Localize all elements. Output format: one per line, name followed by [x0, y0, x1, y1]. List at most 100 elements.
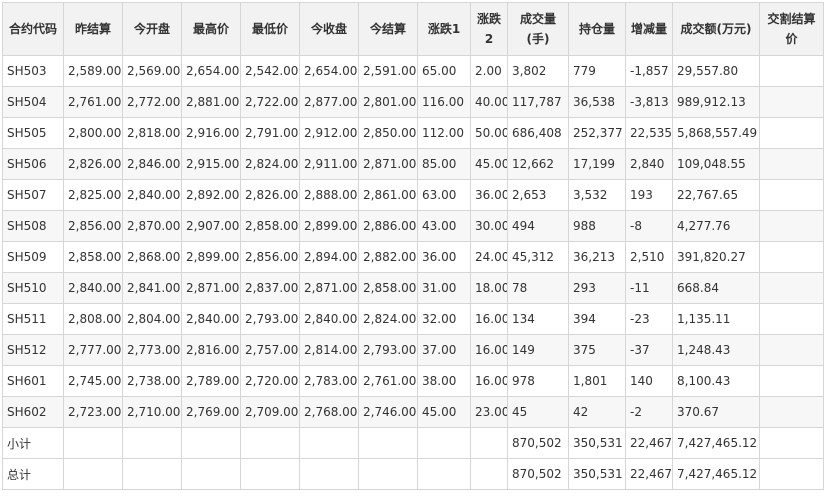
- table-cell: 2,789.00: [181, 365, 241, 397]
- table-cell: 2,722.00: [240, 86, 300, 118]
- table-cell: 2,720.00: [240, 365, 300, 397]
- table-cell: 总计: [2, 458, 64, 490]
- table-cell: 2,757.00: [240, 334, 300, 366]
- table-cell: 22,467: [625, 427, 673, 459]
- table-cell: 22,535: [625, 117, 673, 149]
- table-cell: 2,773.00: [122, 334, 182, 366]
- table-cell: 2,856.00: [63, 210, 123, 242]
- table-cell: 32.00: [417, 303, 471, 335]
- table-cell: 17,199: [568, 148, 626, 180]
- table-cell: 109,048.55: [672, 148, 760, 180]
- table-cell: [470, 458, 508, 490]
- table-cell: 3,802: [507, 55, 569, 87]
- table-cell: 2,654.00: [181, 55, 241, 87]
- table-cell: 2,761.00: [63, 86, 123, 118]
- table-cell: 63.00: [417, 179, 471, 211]
- table-cell: SH505: [2, 117, 64, 149]
- header-cell-delivery-settle: 交割结算价: [759, 2, 824, 56]
- table-cell: 2,888.00: [299, 179, 359, 211]
- table-row: SH503 2,589.00 2,569.00 2,654.00 2,542.00 2,6…: [2, 55, 824, 87]
- table-cell: 988: [568, 210, 626, 242]
- table-cell: 2,710.00: [122, 396, 182, 428]
- table-cell: 375: [568, 334, 626, 366]
- table-cell: 16.00: [470, 365, 508, 397]
- table-cell: 293: [568, 272, 626, 304]
- table-cell: [63, 458, 123, 490]
- table-cell: 2,777.00: [63, 334, 123, 366]
- table-cell: 50.00: [470, 117, 508, 149]
- table-cell: [181, 458, 241, 490]
- table-cell: 2,915.00: [181, 148, 241, 180]
- table-cell: 2,881.00: [181, 86, 241, 118]
- table-cell: 870,502: [507, 458, 569, 490]
- table-cell: 36,538: [568, 86, 626, 118]
- table-cell: 2,858.00: [63, 241, 123, 273]
- table-cell: 2,899.00: [299, 210, 359, 242]
- table-cell: 65.00: [417, 55, 471, 87]
- table-cell: 36,213: [568, 241, 626, 273]
- table-cell: -8: [625, 210, 673, 242]
- table-row: SH511 2,808.00 2,804.00 2,840.00 2,793.00 2,8…: [2, 303, 824, 335]
- table-cell: 2,846.00: [122, 148, 182, 180]
- table-cell: -2: [625, 396, 673, 428]
- table-row: SH510 2,840.00 2,841.00 2,871.00 2,837.00 2,8…: [2, 272, 824, 304]
- table-cell: 149: [507, 334, 569, 366]
- table-cell: 37.00: [417, 334, 471, 366]
- table-cell: 112.00: [417, 117, 471, 149]
- header-cell-low: 最低价: [240, 2, 300, 56]
- table-cell: [63, 427, 123, 459]
- table-cell: 2,510: [625, 241, 673, 273]
- table-cell: 2,800.00: [63, 117, 123, 149]
- table-cell: 2,871.00: [358, 148, 418, 180]
- table-cell: [299, 458, 359, 490]
- table-cell: 2,783.00: [299, 365, 359, 397]
- table-cell: 22,767.65: [672, 179, 760, 211]
- table-cell: 40.00: [470, 86, 508, 118]
- table-cell: 45.00: [470, 148, 508, 180]
- table-cell: [122, 427, 182, 459]
- table-row: SH505 2,800.00 2,818.00 2,916.00 2,791.00 2,9…: [2, 117, 824, 149]
- table-cell: SH601: [2, 365, 64, 397]
- table-cell: 8,100.43: [672, 365, 760, 397]
- table-cell: 36.00: [417, 241, 471, 273]
- table-cell: [759, 458, 824, 490]
- table-cell: 2,911.00: [299, 148, 359, 180]
- table-cell: [240, 458, 300, 490]
- header-cell-open-interest: 持仓量: [568, 2, 626, 56]
- table-cell: 7,427,465.12: [672, 458, 760, 490]
- table-cell: 24.00: [470, 241, 508, 273]
- table-cell: [759, 272, 824, 304]
- table-cell: SH510: [2, 272, 64, 304]
- table-cell: 2,840.00: [299, 303, 359, 335]
- header-cell-turnover: 成交额(万元): [672, 2, 760, 56]
- table-cell: 22,467: [625, 458, 673, 490]
- table-row: SH509 2,858.00 2,868.00 2,899.00 2,856.00 2,8…: [2, 241, 824, 273]
- table-cell: 45,312: [507, 241, 569, 273]
- table-cell: 42: [568, 396, 626, 428]
- table-cell: 2,772.00: [122, 86, 182, 118]
- table-cell: 45.00: [417, 396, 471, 428]
- table-cell: 2,723.00: [63, 396, 123, 428]
- table-cell: 668.84: [672, 272, 760, 304]
- table-cell: 2,892.00: [181, 179, 241, 211]
- table-cell: 2,745.00: [63, 365, 123, 397]
- table-cell: [240, 427, 300, 459]
- table-cell: [759, 334, 824, 366]
- table-cell: 31.00: [417, 272, 471, 304]
- table-cell: 29,557.80: [672, 55, 760, 87]
- table-cell: 2,858.00: [240, 210, 300, 242]
- table-cell: 16.00: [470, 303, 508, 335]
- table-cell: 2,850.00: [358, 117, 418, 149]
- table-cell: 2,877.00: [299, 86, 359, 118]
- table-cell: 252,377: [568, 117, 626, 149]
- table-cell: 2,871.00: [181, 272, 241, 304]
- table-cell: 2,791.00: [240, 117, 300, 149]
- table-row: SH508 2,856.00 2,870.00 2,907.00 2,858.00 2,8…: [2, 210, 824, 242]
- table-cell: 5,868,557.49: [672, 117, 760, 149]
- total-row: 总计 870,502 350,531 22,467 7,427,465.12: [2, 458, 824, 490]
- table-cell: [358, 458, 418, 490]
- table-cell: -37: [625, 334, 673, 366]
- table-cell: 350,531: [568, 427, 626, 459]
- table-cell: [759, 179, 824, 211]
- header-cell-settle: 今结算: [358, 2, 418, 56]
